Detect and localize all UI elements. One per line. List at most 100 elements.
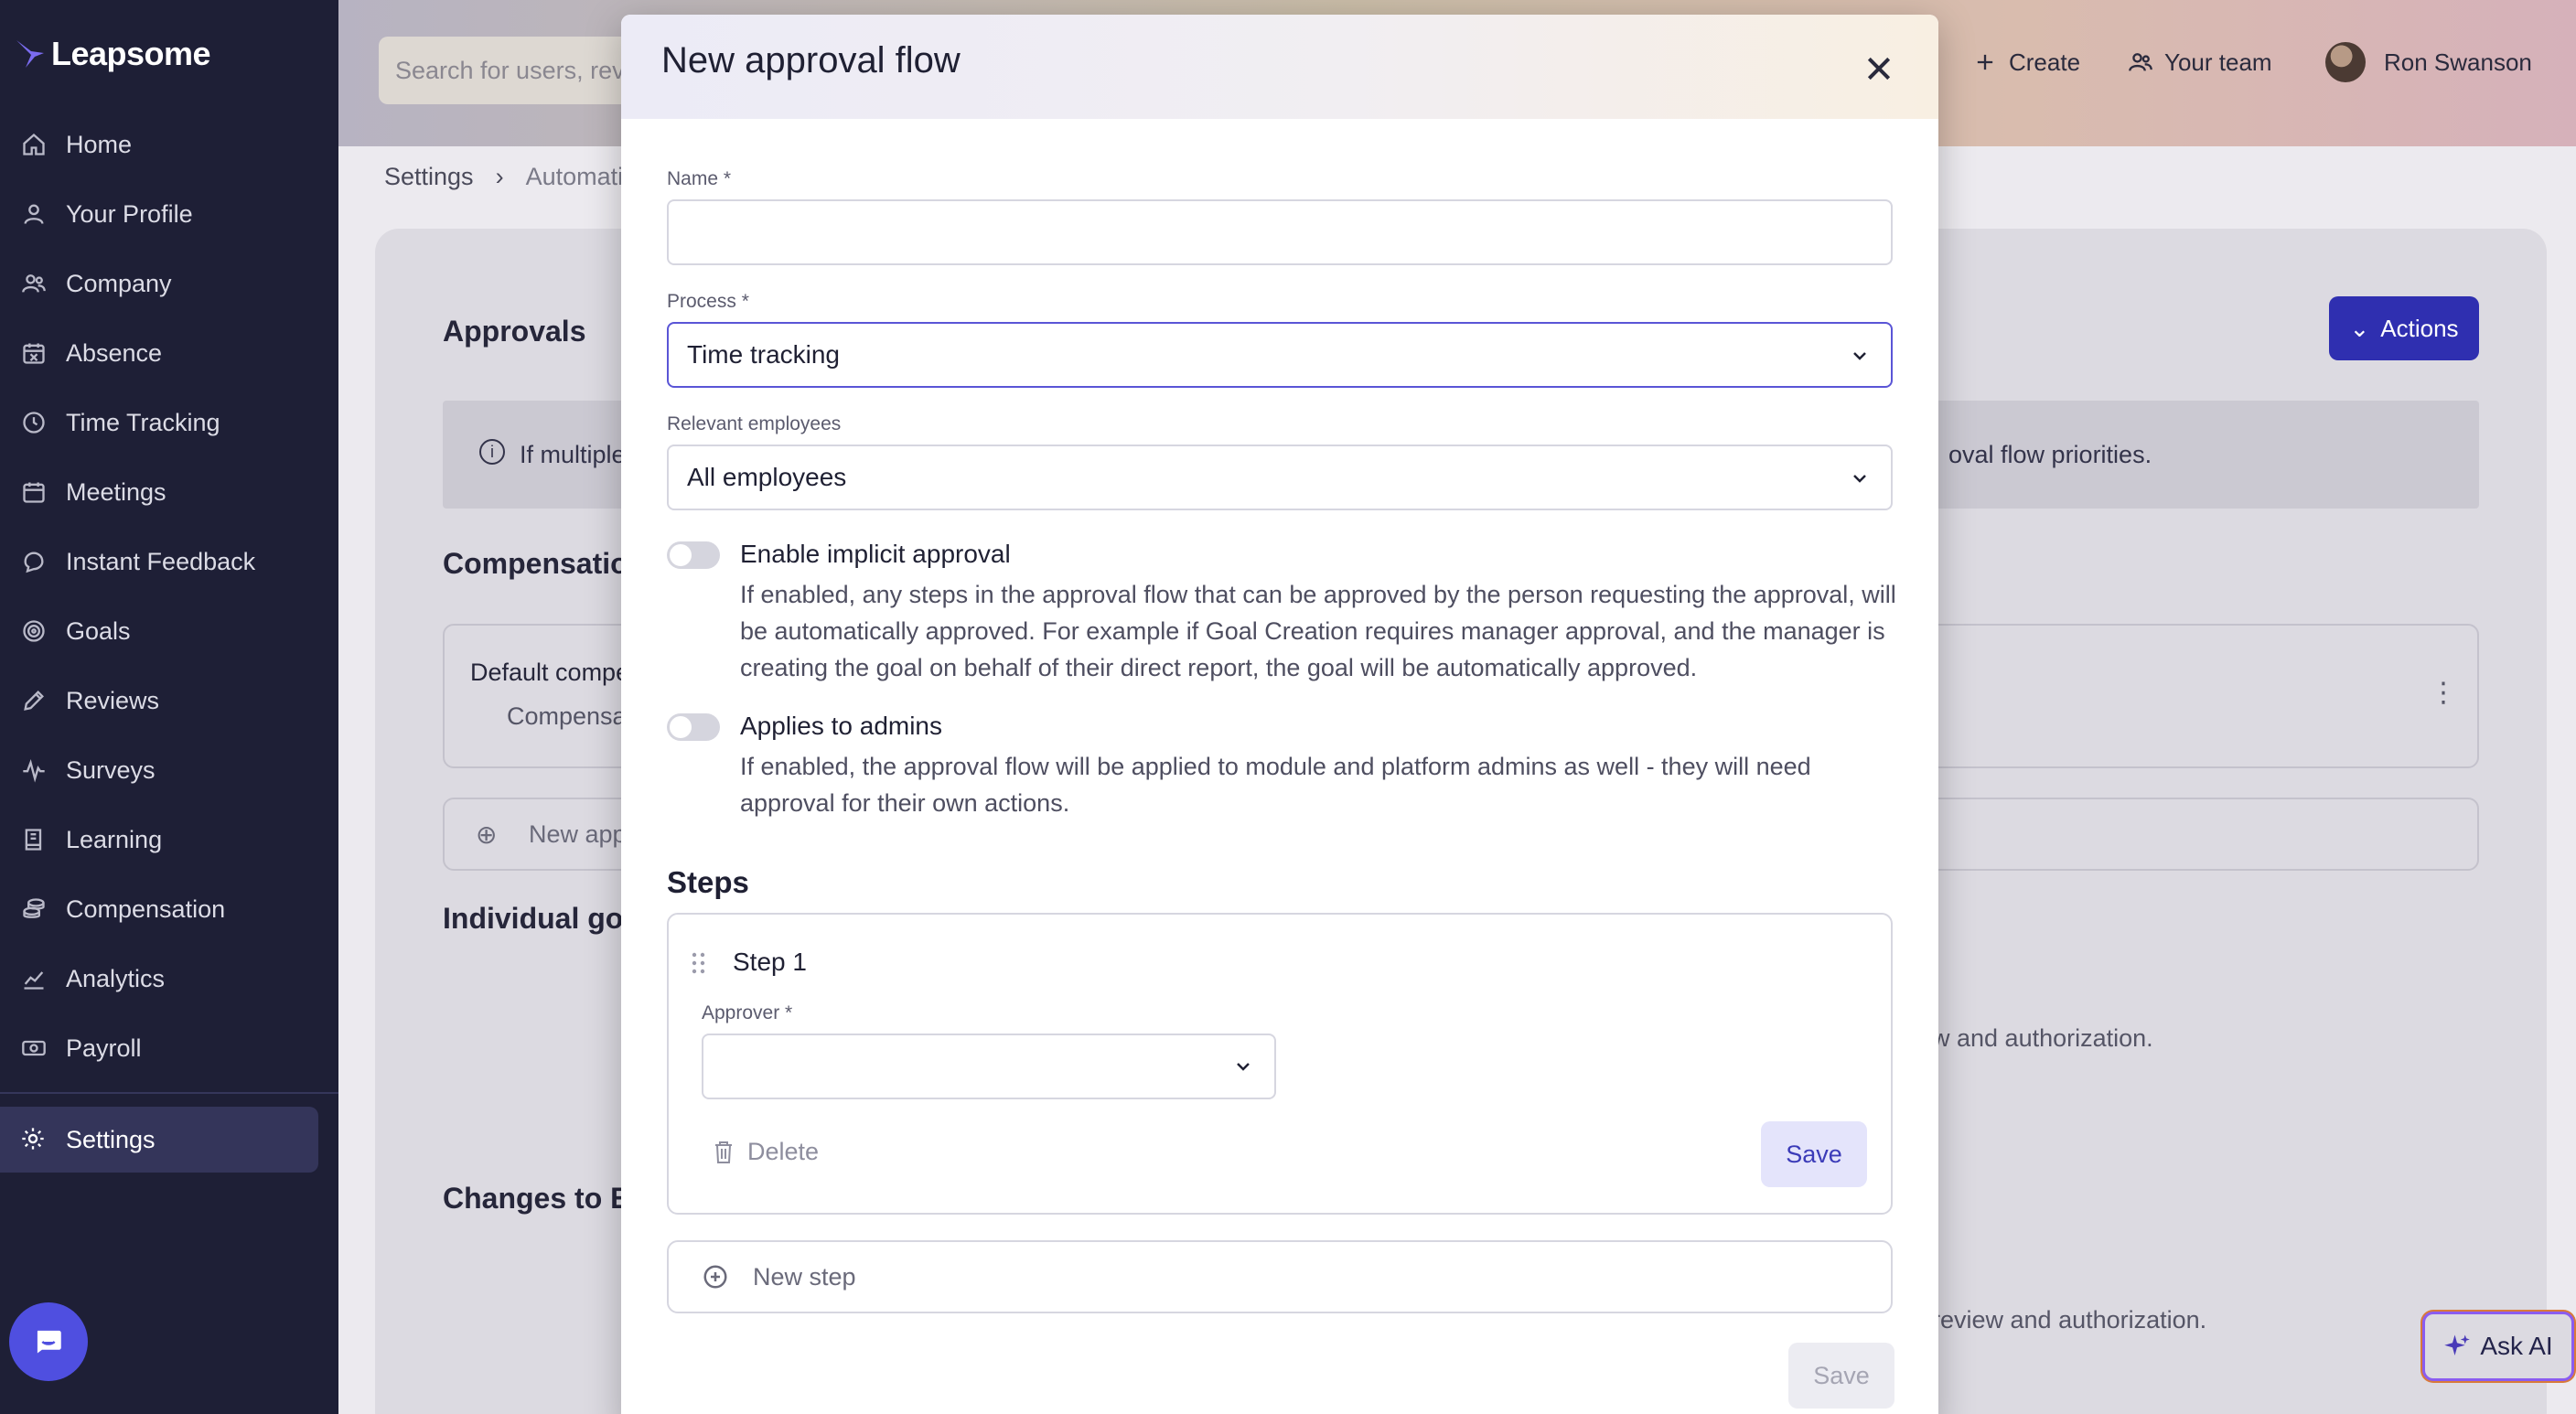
ask-ai-button[interactable]: Ask AI xyxy=(2422,1312,2574,1381)
new-approval-flow-modal: New approval flow Name * Process * Time … xyxy=(621,15,1938,1414)
step-card: Step 1 Approver * Delete Save xyxy=(667,913,1893,1215)
steps-title: Steps xyxy=(667,865,749,899)
plus-circle-icon: ⊕ xyxy=(476,819,498,849)
your-team-label: Your team xyxy=(2164,48,2272,76)
delete-step-button[interactable]: Delete xyxy=(713,1138,819,1166)
sidebar-item-time-tracking[interactable]: Time Tracking xyxy=(0,388,338,457)
sparkle-icon xyxy=(2444,1334,2471,1355)
actions-label: Actions xyxy=(2380,314,2459,342)
sidebar-item-label: Time Tracking xyxy=(66,408,220,436)
individual-goals-text: w and authorization. xyxy=(1932,1024,2153,1052)
leapsome-logo[interactable]: Leapsome xyxy=(15,35,211,73)
relevant-employees-value: All employees xyxy=(687,463,847,491)
chevron-down-icon: ⌄ xyxy=(2349,314,2370,342)
sidebar-item-label: Instant Feedback xyxy=(66,547,256,575)
target-icon xyxy=(20,617,48,645)
logo-bird-icon xyxy=(16,40,44,68)
coins-icon xyxy=(20,895,48,923)
book-icon xyxy=(20,826,48,853)
plus-icon xyxy=(1977,54,1993,70)
user-menu[interactable]: Ron Swanson xyxy=(2325,40,2532,84)
gear-icon xyxy=(20,1126,48,1153)
default-flow-title: Default compe xyxy=(470,659,630,686)
sidebar-item-label: Home xyxy=(66,130,133,158)
more-vertical-icon[interactable]: ⋮ xyxy=(2430,677,2457,709)
chevron-down-icon xyxy=(1849,466,1871,488)
support-chat-button[interactable] xyxy=(9,1302,88,1381)
delete-label: Delete xyxy=(747,1138,820,1165)
sidebar-item-payroll[interactable]: Payroll xyxy=(0,1013,338,1083)
user-name: Ron Swanson xyxy=(2384,48,2532,76)
implicit-approval-description: If enabled, any steps in the approval fl… xyxy=(740,581,1896,681)
sidebar-item-label: Compensation xyxy=(66,894,226,923)
breadcrumb: Settings › Automati xyxy=(384,163,623,191)
sidebar-item-label: Settings xyxy=(66,1125,156,1153)
sidebar-item-goals[interactable]: Goals xyxy=(0,596,338,666)
trash-icon xyxy=(715,1141,732,1163)
info-text-right: oval flow priorities. xyxy=(1948,440,2152,468)
sidebar-item-meetings[interactable]: Meetings xyxy=(0,457,338,527)
sidebar-item-analytics[interactable]: Analytics xyxy=(0,944,338,1013)
chat-icon xyxy=(20,548,48,575)
sidebar-item-reviews[interactable]: Reviews xyxy=(0,666,338,735)
clock-icon xyxy=(20,409,48,436)
sidebar-item-label: Surveys xyxy=(66,755,156,784)
money-icon xyxy=(20,1034,48,1062)
modal-title: New approval flow xyxy=(661,40,961,80)
save-button[interactable]: Save xyxy=(1788,1343,1894,1409)
sidebar-item-compensation[interactable]: Compensation xyxy=(0,874,338,944)
user-icon xyxy=(20,200,48,228)
approver-label: Approver * xyxy=(702,1002,793,1023)
close-icon xyxy=(1867,57,1891,80)
sidebar-item-absence[interactable]: Absence xyxy=(0,318,338,388)
applies-to-admins-description: If enabled, the approval flow will be ap… xyxy=(740,753,1811,817)
sidebar-item-label: Meetings xyxy=(66,477,166,506)
breadcrumb-settings[interactable]: Settings xyxy=(384,163,474,191)
compensation-heading: Compensatio xyxy=(443,547,628,580)
chat-support-icon xyxy=(35,1328,64,1358)
sidebar-item-your-profile[interactable]: Your Profile xyxy=(0,179,338,249)
new-approval-flow-label: New app xyxy=(529,819,627,848)
sidebar-item-label: Payroll xyxy=(66,1034,142,1062)
process-select[interactable]: Time tracking xyxy=(667,322,1893,388)
sidebar-item-company[interactable]: Company xyxy=(0,249,338,318)
info-text-left: If multiple xyxy=(520,440,626,468)
applies-to-admins-toggle[interactable] xyxy=(667,713,720,741)
create-label: Create xyxy=(2009,48,2081,76)
implicit-approval-toggle[interactable] xyxy=(667,541,720,569)
drag-handle-icon[interactable] xyxy=(691,951,707,975)
create-button[interactable]: Create xyxy=(1972,40,2080,84)
name-label: Name * xyxy=(667,168,732,189)
info-icon: i xyxy=(479,439,505,465)
sidebar-item-surveys[interactable]: Surveys xyxy=(0,735,338,805)
relevant-employees-label: Relevant employees xyxy=(667,413,842,434)
sidebar-item-label: Your Profile xyxy=(66,199,193,228)
sidebar-item-learning[interactable]: Learning xyxy=(0,805,338,874)
changes-heading: Changes to E xyxy=(443,1182,630,1215)
applies-to-admins-label: Applies to admins xyxy=(740,712,943,740)
breadcrumb-current[interactable]: Automati xyxy=(526,163,624,191)
chevron-down-icon xyxy=(1232,1055,1254,1077)
name-input[interactable] xyxy=(667,199,1893,265)
individual-goals-heading: Individual go xyxy=(443,902,624,935)
brand-name: Leapsome xyxy=(51,35,211,72)
sidebar-item-settings[interactable]: Settings xyxy=(0,1107,318,1173)
relevant-employees-select[interactable]: All employees xyxy=(667,445,1893,510)
sidebar-item-label: Reviews xyxy=(66,686,160,714)
new-step-button[interactable]: New step xyxy=(667,1240,1893,1313)
team-icon xyxy=(2129,53,2152,71)
home-icon xyxy=(20,131,48,158)
close-button[interactable] xyxy=(1856,46,1902,91)
chevron-right-icon: › xyxy=(495,163,504,190)
sidebar-item-home[interactable]: Home xyxy=(0,110,338,179)
your-team-button[interactable]: Your team xyxy=(2128,40,2272,84)
sidebar-item-label: Learning xyxy=(66,825,163,853)
default-flow-subtitle: Compensa xyxy=(507,702,627,730)
approver-select[interactable] xyxy=(702,1034,1276,1099)
plus-circle-icon xyxy=(703,1265,727,1289)
approvals-title: Approvals xyxy=(443,315,586,348)
save-step-button[interactable]: Save xyxy=(1761,1121,1867,1187)
sidebar-item-instant-feedback[interactable]: Instant Feedback xyxy=(0,527,338,596)
pen-icon xyxy=(20,687,48,714)
actions-button[interactable]: ⌄ Actions xyxy=(2329,296,2479,360)
